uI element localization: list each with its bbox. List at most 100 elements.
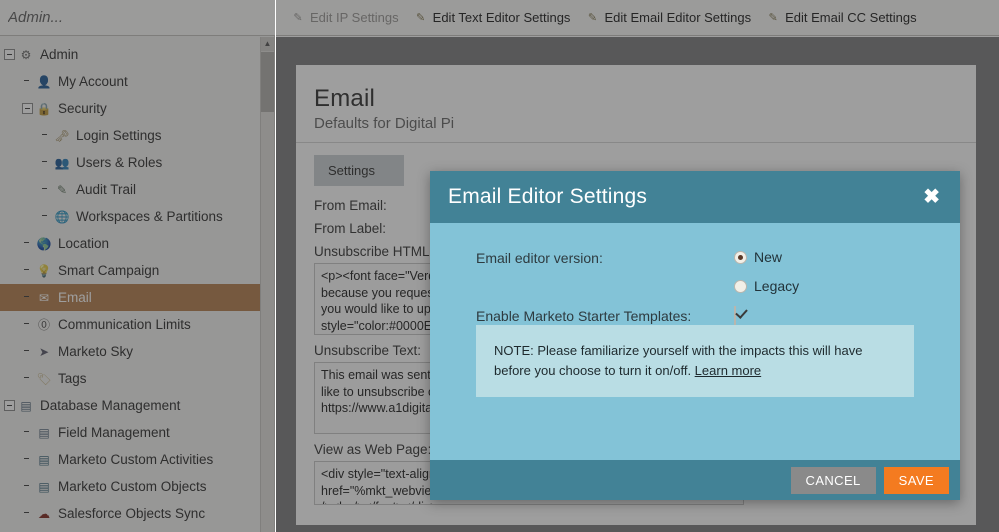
sidebar-item-smart-campaign[interactable]: 💡 Smart Campaign	[0, 257, 261, 284]
sidebar-item-location[interactable]: 🌎 Location	[0, 230, 261, 257]
edit-icon: ✎	[416, 12, 426, 24]
sidebar-item-label: Smart Campaign	[58, 263, 160, 278]
admin-sidebar: ⚙ Admin 👤 My Account 🔒 Security 🗝 Login Setting…	[0, 0, 275, 532]
twisty-spacer	[22, 481, 33, 492]
sidebar-item-label: Marketo Custom Objects	[58, 479, 207, 494]
page-header: Email Defaults for Digital Pi	[296, 65, 976, 143]
cancel-button[interactable]: CANCEL	[790, 466, 876, 494]
sidebar-item-marketo-sky[interactable]: ➤ Marketo Sky	[0, 338, 261, 365]
toolbar-item-label: Edit Email CC Settings	[785, 10, 917, 25]
sidebar-item-label: Login Settings	[76, 128, 162, 143]
application-window: ⚙ Admin 👤 My Account 🔒 Security 🗝 Login Setting…	[0, 0, 999, 532]
sidebar-item-security[interactable]: 🔒 Security	[0, 95, 261, 122]
starter-templates-label: Enable Marketo Starter Templates:	[476, 308, 692, 324]
sidebar-item-marketo-custom-objects[interactable]: ▤ Marketo Custom Objects	[0, 473, 261, 500]
collapse-toggle-icon[interactable]	[22, 103, 33, 114]
sidebar-item-label: Marketo Sky	[58, 344, 134, 359]
sidebar-item-label: Communication Limits	[58, 317, 191, 332]
tab-settings[interactable]: Settings	[314, 155, 404, 186]
key-icon: 🗝	[54, 128, 70, 143]
close-icon[interactable]: ✖	[921, 185, 942, 209]
twisty-spacer	[22, 508, 33, 519]
sidebar-scrollbar[interactable]: ▲	[260, 37, 274, 532]
twisty-spacer	[22, 427, 33, 438]
sidebar-item-label: Audit Trail	[76, 182, 137, 197]
radio-new-icon[interactable]	[734, 250, 747, 264]
radio-option-new[interactable]: New	[734, 249, 960, 265]
sidebar-item-field-management[interactable]: ▤ Field Management	[0, 419, 261, 446]
edit-icon: ✎	[768, 12, 778, 24]
sidebar-item-database-management[interactable]: ▤ Database Management	[0, 392, 261, 419]
sidebar-item-workspaces-partitions[interactable]: 🌐 Workspaces & Partitions	[0, 203, 261, 230]
sidebar-item-login-settings[interactable]: 🗝 Login Settings	[0, 122, 261, 149]
sidebar-item-label: Location	[58, 236, 110, 251]
dialog-body: Email editor version: New Legacy Enable …	[430, 223, 960, 460]
twisty-spacer	[40, 184, 51, 195]
sidebar-item-users-roles[interactable]: 👥 Users & Roles	[0, 149, 261, 176]
twisty-spacer	[40, 157, 51, 168]
field-icon: ▤	[38, 425, 50, 440]
globe-icon: 🌐	[54, 209, 70, 224]
person-icon: 👤	[36, 74, 52, 89]
lightbulb-icon: 💡	[36, 263, 52, 278]
editor-version-options: New Legacy	[734, 249, 960, 307]
email-icon: ✉	[38, 290, 50, 305]
sidebar-item-label: Field Management	[58, 425, 170, 440]
edit-icon: ✎	[587, 12, 598, 24]
sidebar-search-bar[interactable]	[0, 0, 275, 36]
editor-version-row: Email editor version: New Legacy	[430, 249, 960, 307]
editor-version-label: Email editor version:	[476, 250, 603, 266]
starter-templates-checkbox[interactable]	[734, 306, 736, 325]
tag-icon: 🏷	[36, 371, 52, 386]
dialog-footer: CANCEL SAVE	[430, 460, 960, 500]
sidebar-item-label: Salesforce Objects Sync	[58, 506, 206, 521]
save-button[interactable]: SAVE	[883, 466, 949, 494]
edit-icon: ✎	[293, 12, 303, 24]
limits-icon: ⓪	[37, 317, 50, 332]
dialog-header: Email Editor Settings ✖	[430, 171, 960, 223]
twisty-spacer	[22, 238, 33, 249]
radio-legacy-icon[interactable]	[734, 279, 747, 293]
starter-templates-row: Enable Marketo Starter Templates:	[430, 306, 960, 325]
sidebar-item-label: Email	[58, 290, 92, 305]
sidebar-item-label: Marketo Custom Activities	[58, 452, 214, 467]
radio-option-legacy[interactable]: Legacy	[734, 278, 960, 294]
database-icon: ▤	[20, 398, 32, 413]
toolbar-edit-email-cc-settings[interactable]: ✎ Edit Email CC Settings	[765, 10, 917, 26]
starter-templates-control	[734, 306, 960, 325]
search-input[interactable]	[0, 0, 240, 26]
sidebar-item-email[interactable]: ✉ Email	[0, 284, 261, 311]
scrollbar-thumb[interactable]	[261, 52, 274, 112]
twisty-spacer	[22, 292, 33, 303]
sidebar-item-label: Users & Roles	[76, 155, 163, 170]
scroll-up-icon[interactable]: ▲	[261, 37, 274, 51]
custom-object-icon: ▤	[38, 479, 50, 494]
audit-trail-icon: ✎	[56, 182, 68, 197]
sidebar-item-marketo-custom-activities[interactable]: ▤ Marketo Custom Activities	[0, 446, 261, 473]
toolbar-edit-email-editor-settings[interactable]: ✎ Edit Email Editor Settings	[584, 10, 751, 26]
twisty-spacer	[22, 373, 33, 384]
sidebar-item-admin[interactable]: ⚙ Admin	[0, 41, 261, 68]
sidebar-item-salesforce-objects-sync[interactable]: ☁ Salesforce Objects Sync	[0, 500, 261, 527]
twisty-spacer	[40, 130, 51, 141]
twisty-spacer	[40, 211, 51, 222]
sidebar-item-label: Admin	[40, 47, 79, 62]
toolbar-item-label: Edit Text Editor Settings	[432, 10, 571, 25]
sidebar-item-my-account[interactable]: 👤 My Account	[0, 68, 261, 95]
radio-new-label: New	[754, 249, 783, 265]
collapse-toggle-icon[interactable]	[4, 49, 15, 60]
page-title: Email	[314, 85, 376, 112]
toolbar-edit-text-editor-settings[interactable]: ✎ Edit Text Editor Settings	[413, 10, 571, 26]
learn-more-link[interactable]: Learn more	[695, 363, 761, 378]
sidebar-item-tags[interactable]: 🏷 Tags	[0, 365, 261, 392]
twisty-spacer	[22, 454, 33, 465]
page-subtitle: Defaults for Digital Pi	[314, 115, 455, 132]
sidebar-item-communication-limits[interactable]: ⓪ Communication Limits	[0, 311, 261, 338]
sky-icon: ➤	[38, 344, 50, 359]
twisty-spacer	[22, 319, 33, 330]
sidebar-item-label: Security	[58, 101, 107, 116]
custom-activity-icon: ▤	[38, 452, 50, 467]
sidebar-item-audit-trail[interactable]: ✎ Audit Trail	[0, 176, 261, 203]
toolbar-edit-ip-settings: ✎ Edit IP Settings	[290, 10, 398, 26]
collapse-toggle-icon[interactable]	[4, 400, 15, 411]
